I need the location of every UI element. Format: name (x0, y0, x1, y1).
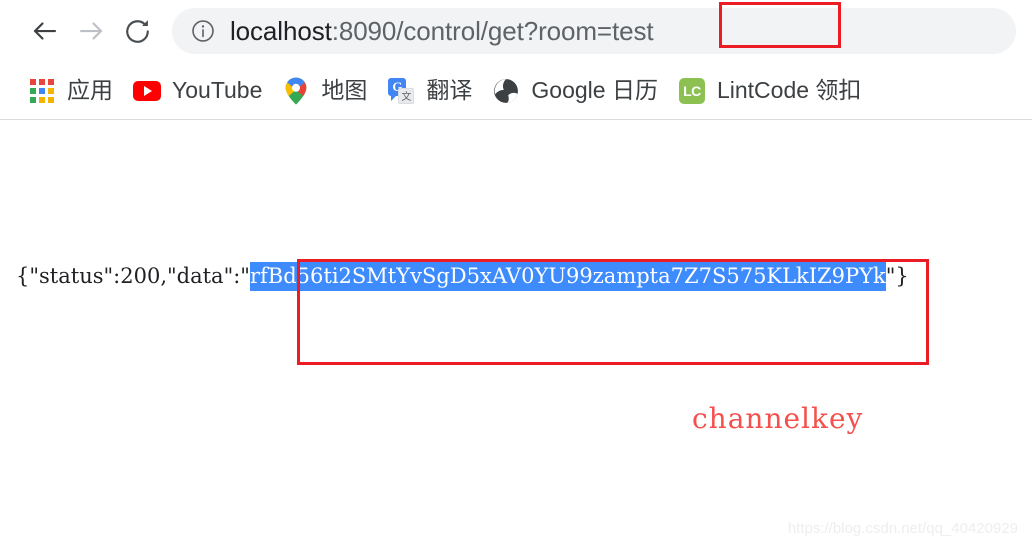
bookmark-translate[interactable]: G 文 翻译 (377, 70, 482, 112)
page-content-area: {"status":200,"data":"rfBd56ti2SMtYvSgD5… (0, 120, 1032, 545)
bookmark-youtube[interactable]: YouTube (123, 70, 272, 112)
json-response-text: {"status":200,"data":"rfBd56ti2SMtYvSgD5… (16, 262, 909, 291)
watermark-text: https://blog.csdn.net/qq_40420929 (787, 520, 1018, 537)
bookmark-label: YouTube (172, 77, 263, 103)
url-host: localhost (230, 16, 332, 46)
bookmark-label: 地图 (321, 77, 368, 103)
forward-arrow-icon (76, 16, 106, 46)
bookmark-google-calendar[interactable]: Google 日历 (482, 70, 668, 112)
forward-button[interactable] (68, 8, 114, 54)
google-maps-pin-icon (282, 77, 310, 105)
url-highlight-annotation (719, 2, 841, 48)
channelkey-annotation-label: channelkey (692, 402, 864, 435)
json-prefix: {"status":200,"data":" (16, 264, 250, 288)
browser-toolbar: localhost:8090/control/get?room= test (0, 0, 1032, 62)
reload-button[interactable] (114, 8, 160, 54)
bookmark-label: Google 日历 (531, 77, 658, 103)
bookmark-lintcode[interactable]: LC LintCode 领扣 (668, 70, 871, 112)
globe-icon (492, 77, 520, 105)
info-circle-icon[interactable] (190, 18, 216, 44)
browser-chrome: localhost:8090/control/get?room= test 应用 … (0, 0, 1032, 120)
back-button[interactable] (22, 8, 68, 54)
json-suffix: "} (885, 264, 909, 288)
google-translate-icon: G 文 (387, 77, 415, 105)
bookmark-label: 翻译 (426, 77, 473, 103)
bookmarks-bar: 应用 YouTube 地图 G 文 翻译 Google 日历 LC LintCo… (0, 62, 1032, 120)
apps-grid-icon (28, 77, 56, 105)
address-bar[interactable]: localhost:8090/control/get?room= test (172, 2, 1016, 54)
url-path-query: :8090/control/get?room= (331, 16, 612, 46)
url-text: localhost:8090/control/get?room= test (230, 18, 654, 44)
channel-key-value[interactable]: rfBd56ti2SMtYvSgD5xAV0YU99zampta7Z7S575K… (249, 262, 886, 291)
url-param-value: test (612, 16, 654, 46)
back-arrow-icon (30, 16, 60, 46)
youtube-icon (133, 77, 161, 105)
bookmark-apps[interactable]: 应用 (18, 70, 123, 112)
bookmark-label: LintCode 领扣 (716, 77, 862, 103)
bookmark-label: 应用 (67, 77, 113, 103)
reload-icon (123, 17, 152, 46)
lintcode-icon: LC (678, 77, 706, 105)
bookmark-maps[interactable]: 地图 (272, 70, 377, 112)
